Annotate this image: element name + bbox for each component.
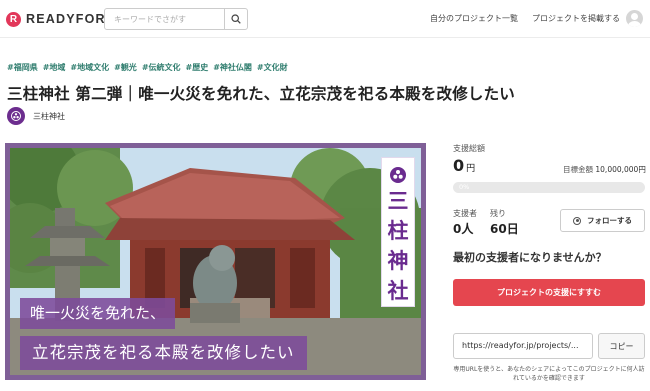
tag-item[interactable]: #観光 <box>114 62 137 73</box>
goal-label: 目標金額 <box>563 165 593 174</box>
project-owner[interactable]: 三柱神社 <box>7 107 65 125</box>
shrine-crest-icon <box>7 107 25 125</box>
logo-text: READYFOR <box>26 12 106 26</box>
vertical-shrine-name: 三 柱 神 社 <box>381 157 415 307</box>
tag-list: #福岡県 #地域 #地域文化 #観光 #伝統文化 #歴史 #神社仏閣 #文化財 <box>7 62 288 73</box>
tag-item[interactable]: #地域 <box>43 62 66 73</box>
first-supporter-prompt: 最初の支援者になりませんか？ <box>453 251 607 264</box>
owner-name: 三柱神社 <box>33 111 65 121</box>
remaining-label: 残り <box>490 209 506 218</box>
support-project-button[interactable]: プロジェクトの支援にすすむ <box>453 279 645 306</box>
search-icon <box>231 14 241 24</box>
supporters-value: 0人 <box>453 222 474 236</box>
logo-mark-icon: R <box>6 11 21 27</box>
total-unit: 円 <box>466 164 476 174</box>
remaining-value: 60日 <box>490 222 519 236</box>
project-main-image: 三 柱 神 社 唯一火災を免れた、 立花宗茂を祀る本殿を改修したい <box>5 143 426 380</box>
total-label: 支援総額 <box>453 144 485 153</box>
hero-caption-line2: 立花宗茂を祀る本殿を改修したい <box>20 336 307 370</box>
site-header: R READYFOR 自分のプロジェクト一覧 プロジェクトを掲載する <box>0 0 650 38</box>
nav-post-project[interactable]: プロジェクトを掲載する <box>532 13 620 24</box>
tag-item[interactable]: #文化財 <box>257 62 288 73</box>
vertical-char: 社 <box>387 278 409 303</box>
progress-text: 0% <box>459 183 470 191</box>
goal-value: 10,000,000円 <box>595 165 646 174</box>
progress-bar: 0% <box>453 182 645 193</box>
readyfor-logo[interactable]: R READYFOR <box>6 11 106 27</box>
total-value: 0 <box>453 156 465 175</box>
shrine-photo: 三 柱 神 社 唯一火災を免れた、 立花宗茂を祀る本殿を改修したい <box>10 148 421 375</box>
tag-item[interactable]: #福岡県 <box>7 62 38 73</box>
follow-label: フォローする <box>587 216 632 225</box>
vertical-char: 三 <box>387 188 409 213</box>
tag-item[interactable]: #地域文化 <box>70 62 109 73</box>
shrine-crest-icon <box>390 167 406 183</box>
search-box <box>104 8 248 30</box>
vertical-char: 柱 <box>387 218 409 243</box>
total-amount: 0円 <box>453 156 475 175</box>
supporters-label: 支援者 <box>453 209 477 218</box>
nav-my-projects[interactable]: 自分のプロジェクト一覧 <box>430 13 518 24</box>
search-button[interactable] <box>224 9 247 29</box>
share-note: 専用URLを使うと、あなたのシェアによってこのプロジェクトに何人訪れているかを確… <box>453 366 645 382</box>
share-url-field[interactable]: https://readyfor.jp/projects/... <box>453 333 593 359</box>
tag-item[interactable]: #神社仏閣 <box>213 62 252 73</box>
user-avatar-icon[interactable] <box>626 10 643 27</box>
search-input[interactable] <box>105 9 225 29</box>
tag-item[interactable]: #伝統文化 <box>142 62 181 73</box>
goal-amount: 目標金額 10,000,000円 <box>563 164 646 175</box>
copy-url-button[interactable]: コピー <box>598 333 645 359</box>
follow-button[interactable]: フォローする <box>560 209 645 232</box>
follow-icon <box>573 216 581 225</box>
vertical-char: 神 <box>387 248 409 273</box>
hero-caption-line1: 唯一火災を免れた、 <box>20 298 176 329</box>
project-title: 三柱神社 第二弾｜唯一火災を免れた、立花宗茂を祀る本殿を改修したい <box>7 85 515 103</box>
tag-item[interactable]: #歴史 <box>186 62 209 73</box>
